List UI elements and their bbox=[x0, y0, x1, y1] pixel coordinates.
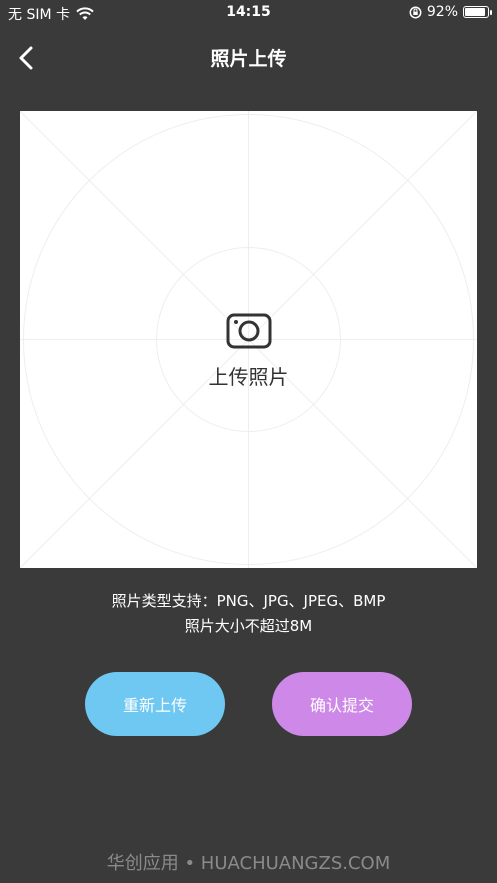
screen: 无 SIM 卡 14:15 92% 照片上传 上传照片 照片类型支持：PNG、J… bbox=[0, 0, 497, 883]
max-size-text: 照片大小不超过8M bbox=[184, 617, 313, 635]
battery-percent: 92% bbox=[426, 4, 458, 20]
orientation-lock-icon bbox=[409, 6, 422, 18]
upload-label: 上传照片 bbox=[208, 365, 289, 389]
battery-icon bbox=[463, 6, 492, 18]
upload-photo-area[interactable]: 上传照片 bbox=[20, 111, 477, 568]
battery-fill bbox=[465, 8, 486, 16]
photo-requirements: 照片类型支持：PNG、JPG、JPEG、BMP 照片大小不超过8M bbox=[0, 589, 497, 639]
nav-bar: 照片上传 bbox=[0, 34, 497, 82]
watermark: 华创应用 • HUACHUANGZS.COM bbox=[106, 853, 391, 874]
status-bar: 无 SIM 卡 14:15 92% bbox=[0, 0, 497, 26]
supported-types-text: 照片类型支持：PNG、JPG、JPEG、BMP bbox=[111, 592, 386, 610]
page-title: 照片上传 bbox=[210, 48, 287, 70]
status-right: 92% bbox=[409, 4, 492, 20]
reupload-button[interactable]: 重新上传 bbox=[85, 672, 225, 736]
camera-icon bbox=[226, 313, 271, 349]
upload-prompt: 上传照片 bbox=[20, 309, 477, 390]
confirm-submit-button[interactable]: 确认提交 bbox=[272, 672, 412, 736]
